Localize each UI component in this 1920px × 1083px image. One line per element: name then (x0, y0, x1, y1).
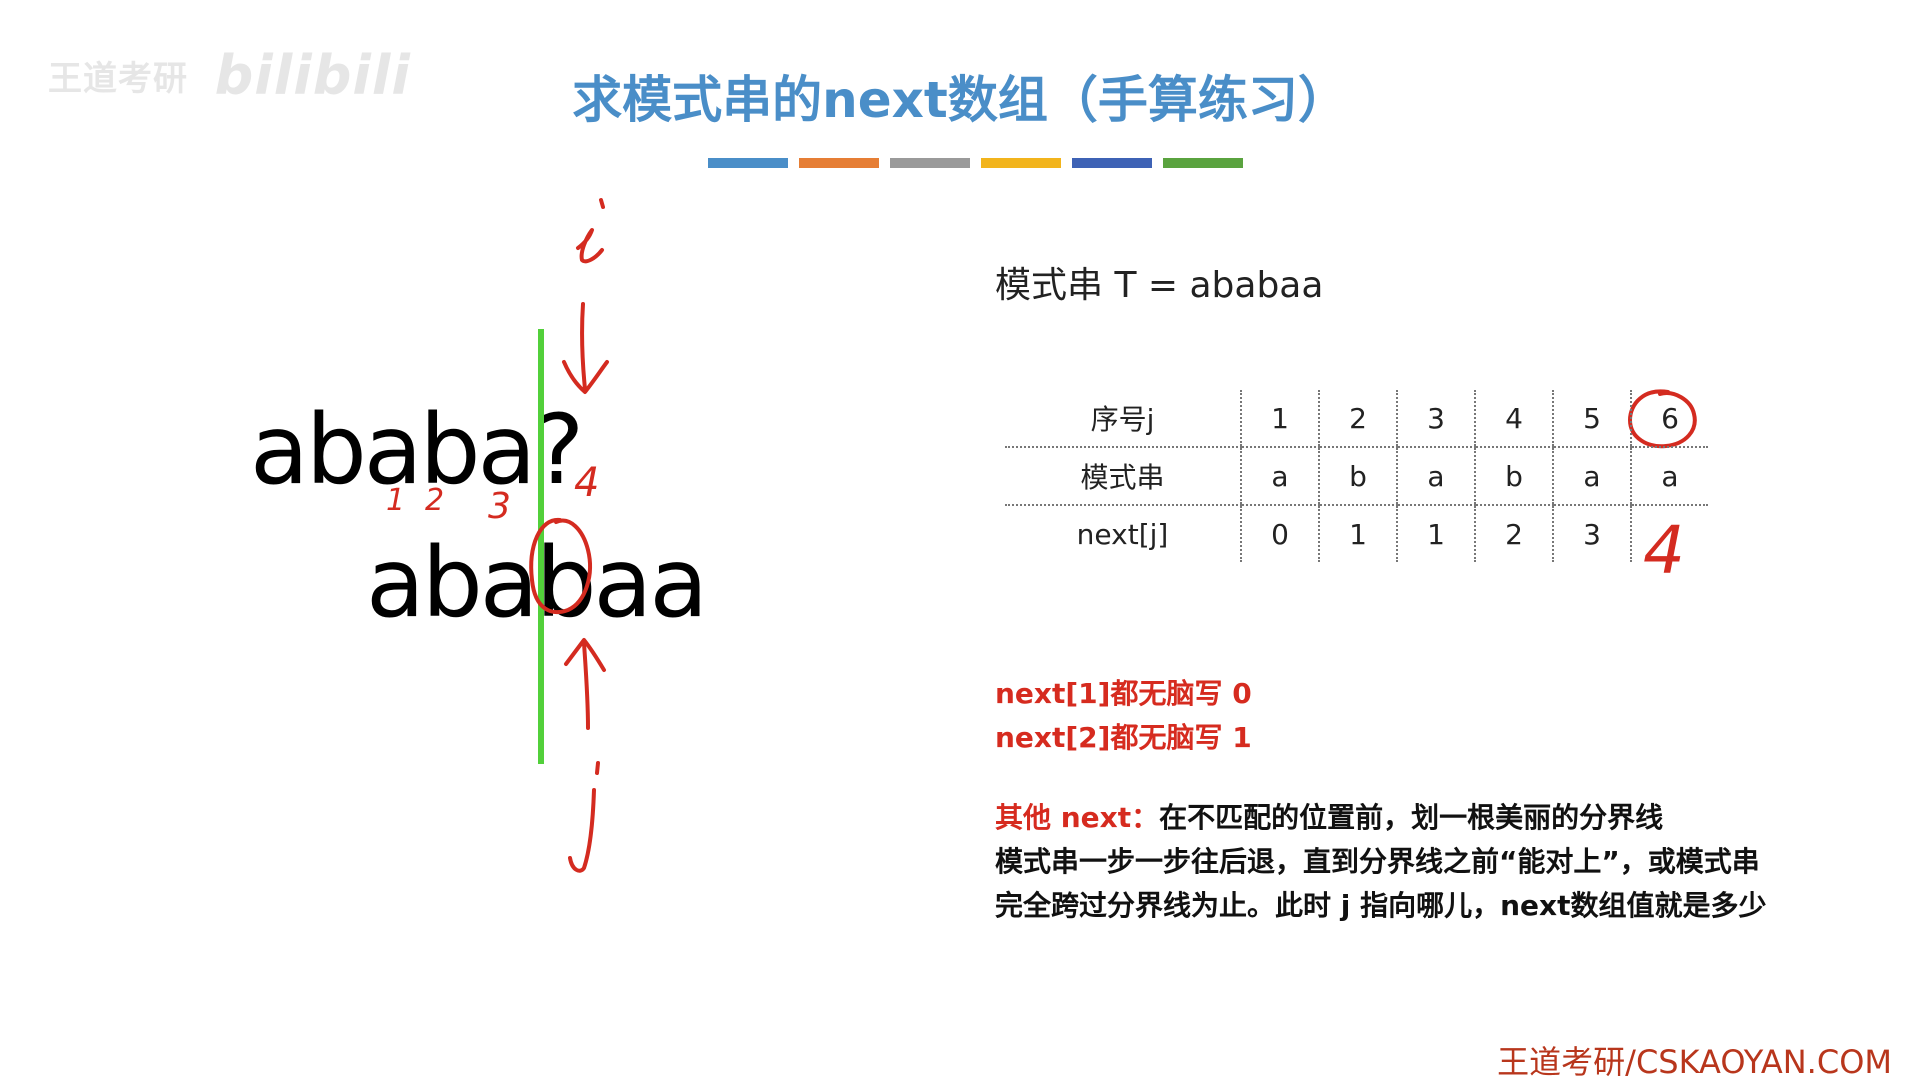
table-cell: 1 (1318, 505, 1397, 562)
color-bar (799, 158, 879, 168)
rule-other-line-3: 完全跨过分界线为止。此时 j 指向哪儿，next数组值就是多少 (995, 889, 1767, 922)
row-header: next[j] (1076, 517, 1169, 551)
rule-other-heading: 其他 next： (995, 801, 1160, 834)
table-cell: 1 (1396, 505, 1475, 562)
table-cell: b (1318, 447, 1397, 506)
color-bar (890, 158, 970, 168)
row-header: 序号j (1005, 390, 1241, 448)
table-cell: a (1396, 447, 1475, 506)
table-cell: 0 (1240, 505, 1319, 562)
color-bar (1072, 158, 1152, 168)
table-cell: 3 (1552, 505, 1631, 562)
table-row-index: 序号j 1 2 3 4 5 6 (1005, 390, 1708, 448)
main-string: ababa? (250, 394, 584, 506)
rule-next-1: next[1]都无脑写 0 (995, 677, 1252, 710)
table-row-next: next[j] 0 1 1 2 3 (1005, 505, 1708, 562)
color-bar (1163, 158, 1243, 168)
pointer-j-label: j (607, 879, 609, 881)
pointer-i-stroke (576, 228, 604, 264)
rule-other-line-2: 模式串一步一步往后退，直到分界线之前“能对上”，或模式串 (995, 845, 1760, 878)
color-bar (708, 158, 788, 168)
pattern-label: 模式串 T = ababaa (995, 265, 1324, 306)
up-arrow (564, 638, 606, 730)
page-title: 求模式串的next数组（手算练习） (572, 71, 1348, 129)
table-cell: 2 (1474, 505, 1553, 562)
divider-line (538, 329, 544, 764)
table-cell: 6 (1630, 390, 1708, 448)
table-cell (1630, 505, 1708, 562)
table-cell: 1 (1240, 390, 1319, 448)
pointer-i-label: i (622, 267, 623, 269)
footer-brand: 王道考研/CSKAOYAN.COM (1497, 1043, 1892, 1081)
row-header: 模式串 (1005, 447, 1241, 506)
table-cell: 5 (1552, 390, 1631, 448)
pointer-i-dot (599, 198, 605, 209)
table-cell: a (1630, 447, 1708, 506)
rule-next-2: next[2]都无脑写 1 (995, 721, 1252, 754)
rule-other-text: 在不匹配的位置前，划一根美丽的分界线 (1159, 801, 1664, 834)
pointer-j-dot (595, 761, 600, 775)
color-bar (981, 158, 1061, 168)
table-cell: 2 (1318, 390, 1397, 448)
rule-other-line-1: 其他 next：在不匹配的位置前，划一根美丽的分界线 (995, 796, 1663, 836)
table-cell: a (1552, 447, 1631, 506)
table-cell: b (1474, 447, 1553, 506)
table-cell: 3 (1396, 390, 1475, 448)
table-cell: 4 (1474, 390, 1553, 448)
down-arrow (562, 302, 609, 394)
next-array-table: 序号j 1 2 3 4 5 6 模式串 a b a b a a next[j] … (1005, 390, 1708, 562)
pattern-string: ababaa (366, 527, 708, 639)
title-color-bars (708, 158, 1254, 168)
table-cell: a (1240, 447, 1319, 506)
pointer-j-stroke (568, 788, 596, 873)
table-row-pattern: 模式串 a b a b a a (1005, 447, 1708, 506)
